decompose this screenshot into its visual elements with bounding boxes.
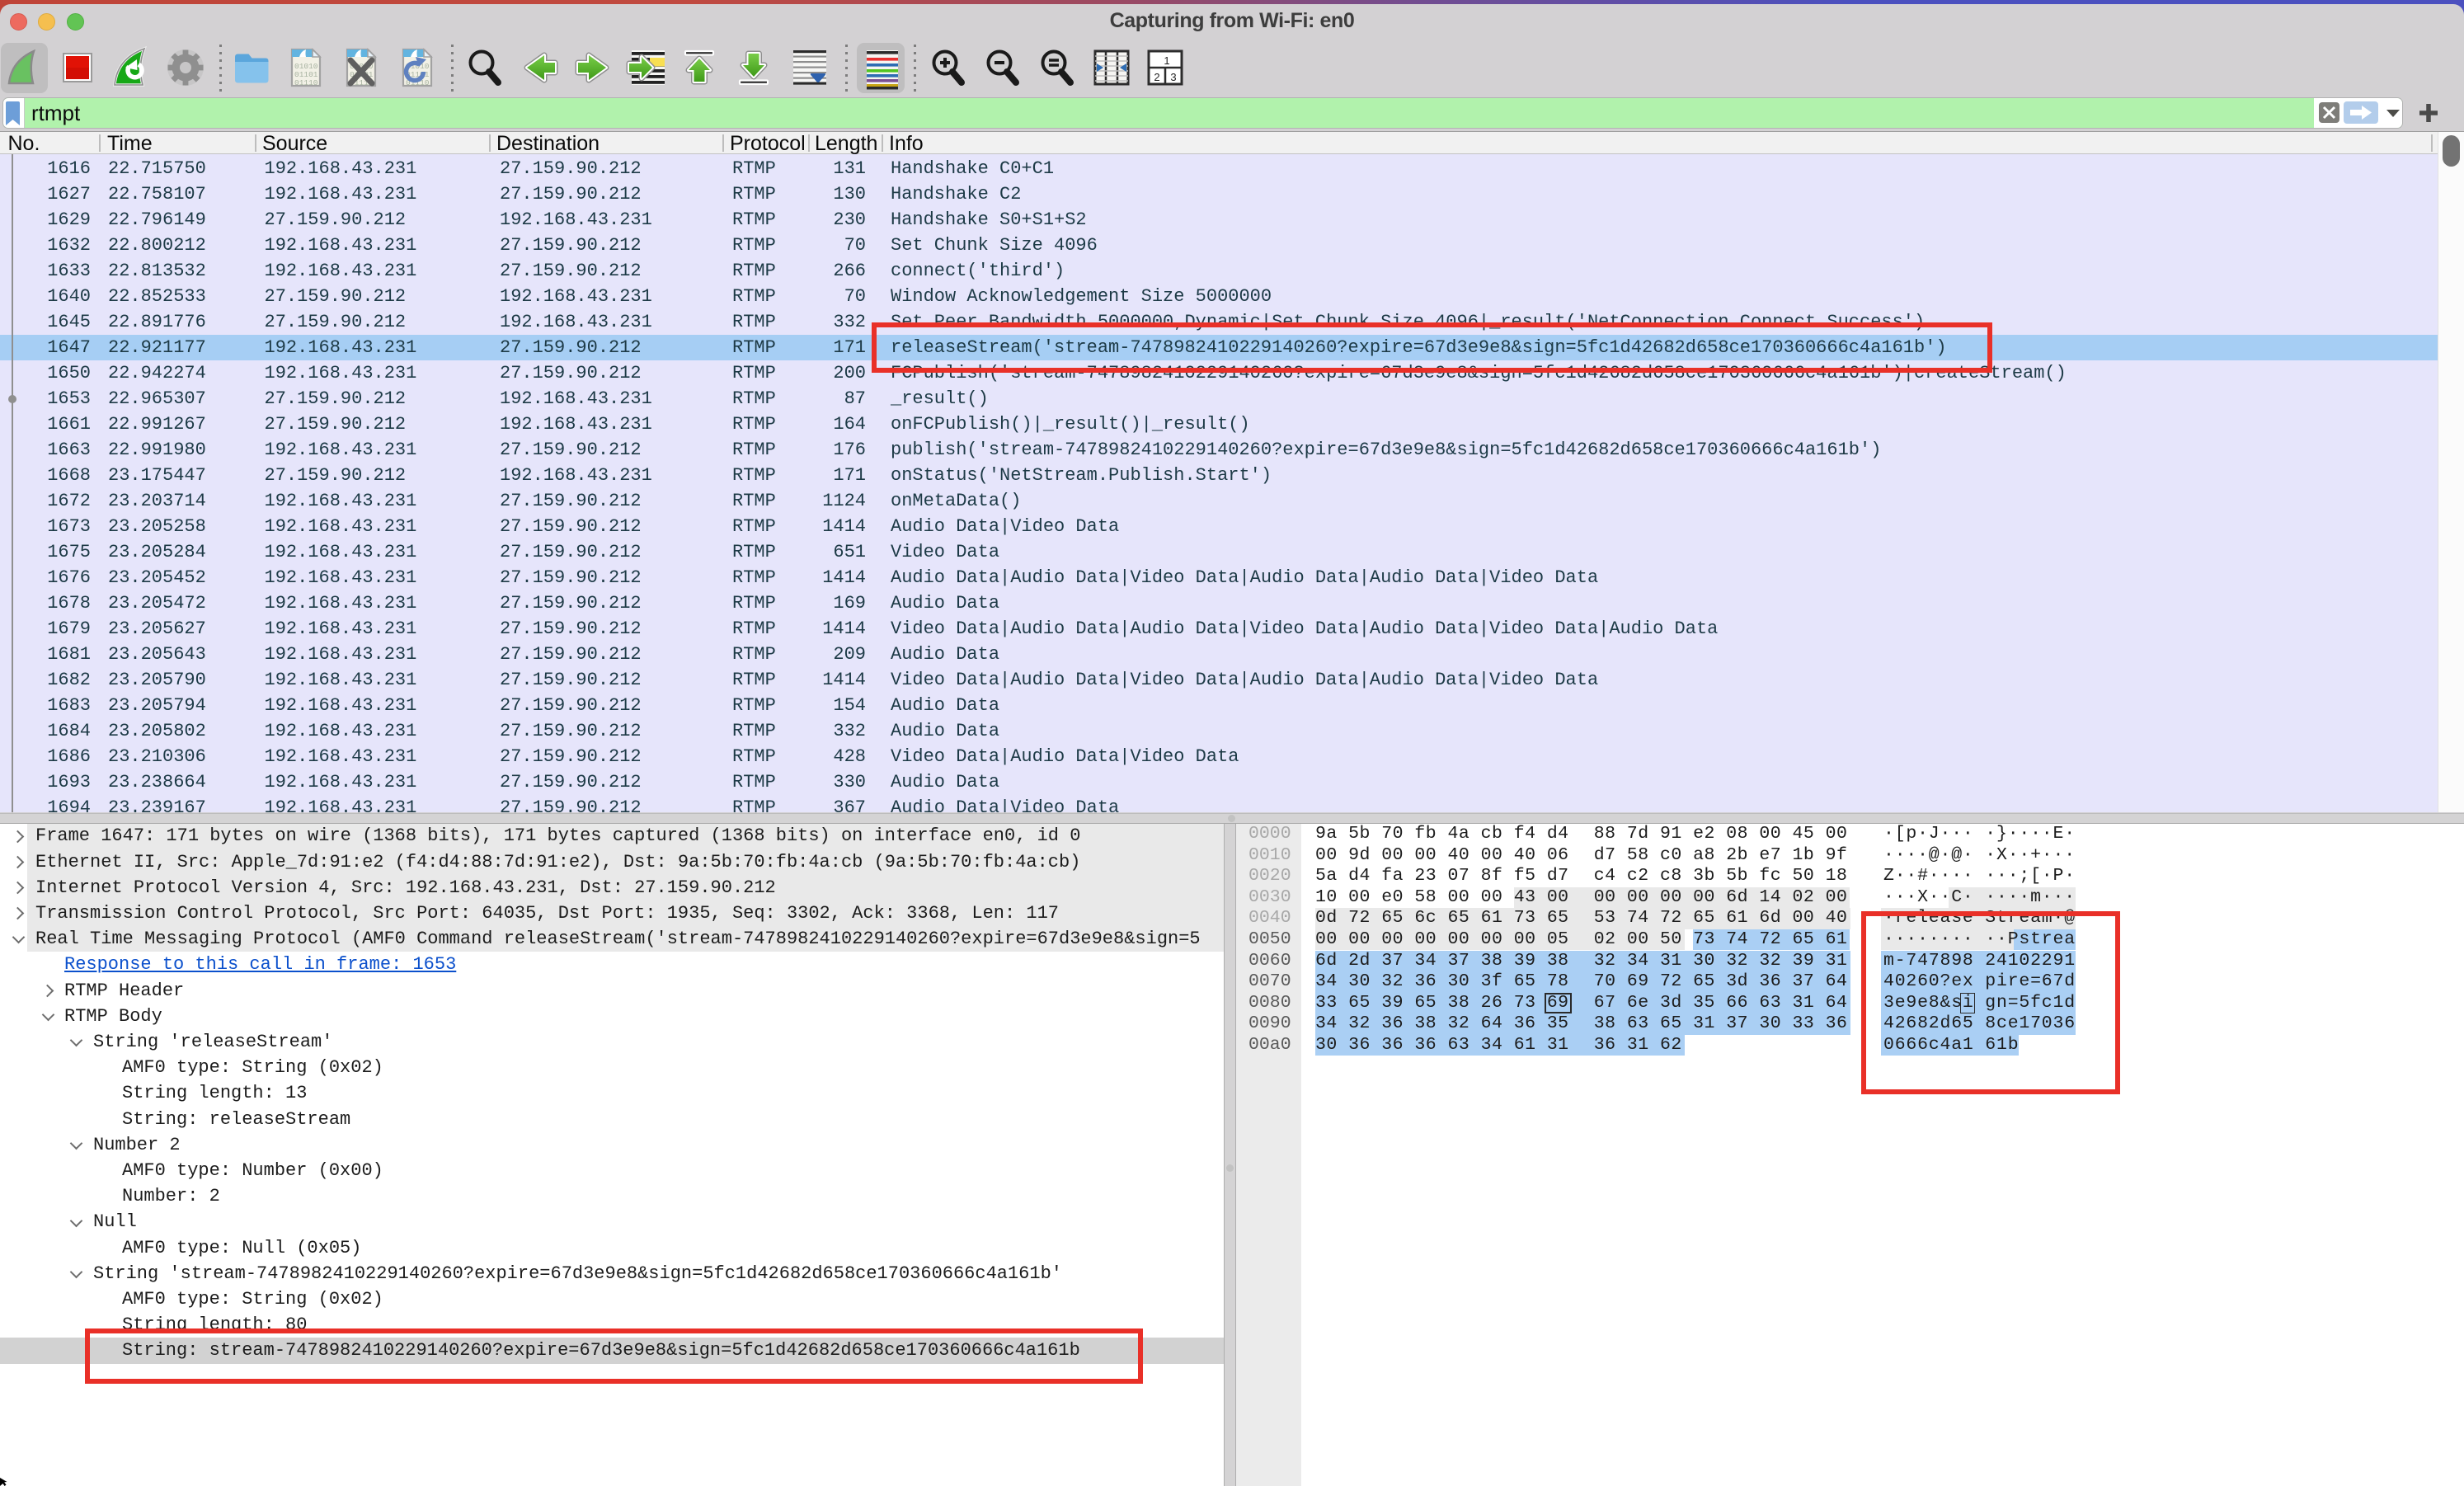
svg-text:1: 1 (1164, 54, 1169, 67)
svg-text:3: 3 (1170, 71, 1176, 83)
svg-text:2: 2 (1154, 71, 1159, 83)
svg-text:01110: 01110 (294, 78, 318, 87)
